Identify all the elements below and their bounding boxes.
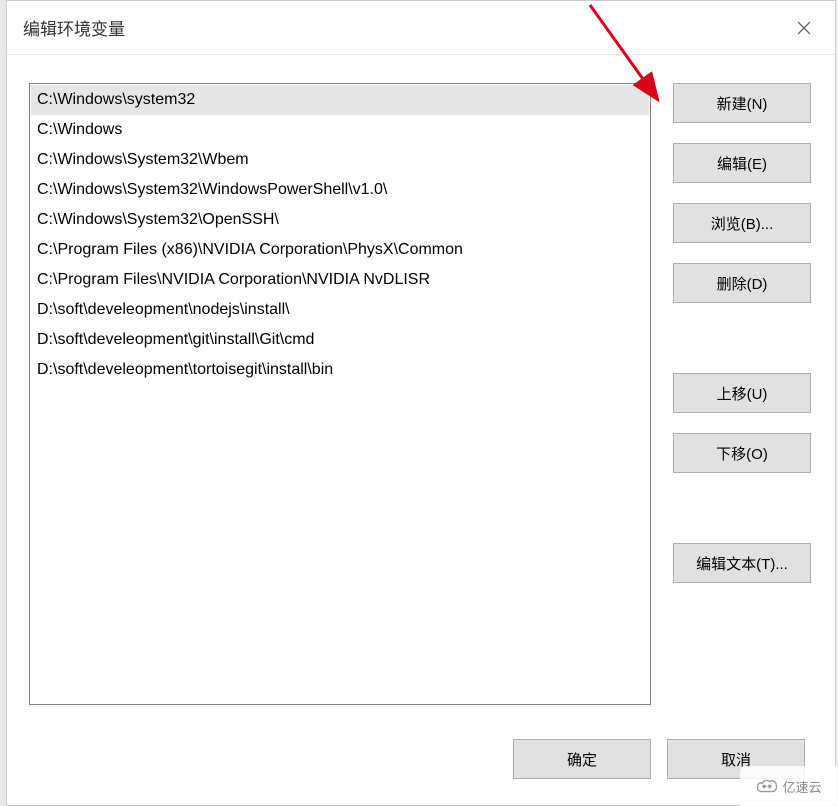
- path-listbox[interactable]: C:\Windows\system32C:\WindowsC:\Windows\…: [29, 83, 651, 705]
- dialog-footer: 确定 取消: [7, 729, 835, 805]
- dialog-content: C:\Windows\system32C:\WindowsC:\Windows\…: [7, 55, 835, 729]
- watermark: 亿速云: [740, 766, 838, 806]
- side-button-column: 新建(N) 编辑(E) 浏览(B)... 删除(D) 上移(U) 下移(O) 编…: [673, 83, 813, 707]
- cloud-icon: [756, 778, 778, 794]
- new-button[interactable]: 新建(N): [673, 83, 811, 123]
- dialog-title: 编辑环境变量: [23, 15, 125, 40]
- edit-button[interactable]: 编辑(E): [673, 143, 811, 183]
- move-up-button[interactable]: 上移(U): [673, 373, 811, 413]
- edit-text-button[interactable]: 编辑文本(T)...: [673, 543, 811, 583]
- browse-button[interactable]: 浏览(B)...: [673, 203, 811, 243]
- list-item[interactable]: C:\Windows\System32\OpenSSH\: [31, 205, 649, 235]
- close-icon: [797, 21, 811, 35]
- list-item[interactable]: D:\soft\develeopment\tortoisegit\install…: [31, 355, 649, 385]
- list-item[interactable]: D:\soft\develeopment\git\install\Git\cmd: [31, 325, 649, 355]
- env-var-dialog: 编辑环境变量 C:\Windows\system32C:\WindowsC:\W…: [6, 0, 836, 806]
- list-item[interactable]: C:\Program Files (x86)\NVIDIA Corporatio…: [31, 235, 649, 265]
- move-down-button[interactable]: 下移(O): [673, 433, 811, 473]
- list-item[interactable]: D:\soft\develeopment\nodejs\install\: [31, 295, 649, 325]
- list-item[interactable]: C:\Windows\System32\WindowsPowerShell\v1…: [31, 175, 649, 205]
- list-item[interactable]: C:\Program Files\NVIDIA Corporation\NVID…: [31, 265, 649, 295]
- delete-button[interactable]: 删除(D): [673, 263, 811, 303]
- list-item[interactable]: C:\Windows\System32\Wbem: [31, 145, 649, 175]
- close-button[interactable]: [789, 13, 819, 43]
- list-item[interactable]: C:\Windows: [31, 115, 649, 145]
- ok-button[interactable]: 确定: [513, 739, 651, 779]
- list-item[interactable]: C:\Windows\system32: [31, 85, 649, 115]
- button-gap: [673, 323, 813, 353]
- watermark-text: 亿速云: [782, 777, 821, 796]
- titlebar: 编辑环境变量: [7, 1, 835, 55]
- button-gap: [673, 493, 813, 523]
